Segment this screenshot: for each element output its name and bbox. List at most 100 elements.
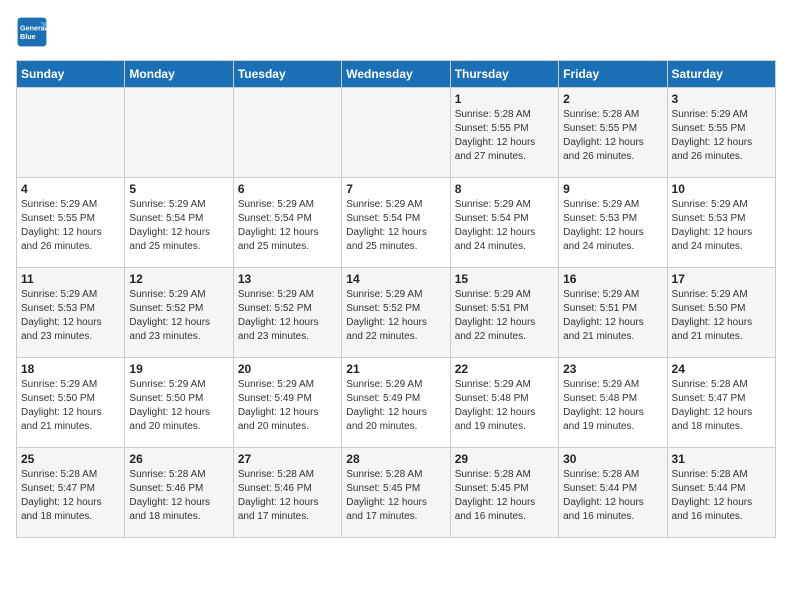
calendar-cell: 25 Sunrise: 5:28 AMSunset: 5:47 PMDayligh… <box>17 448 125 538</box>
header-row: SundayMondayTuesdayWednesdayThursdayFrid… <box>17 61 776 88</box>
week-row-5: 25 Sunrise: 5:28 AMSunset: 5:47 PMDayligh… <box>17 448 776 538</box>
day-info: Sunrise: 5:29 AMSunset: 5:49 PMDaylight:… <box>238 378 337 434</box>
day-info: Sunrise: 5:29 AMSunset: 5:54 PMDaylight:… <box>238 198 337 254</box>
calendar-cell: 17 Sunrise: 5:29 AMSunset: 5:50 PMDayligh… <box>667 268 775 358</box>
calendar-cell: 18 Sunrise: 5:29 AMSunset: 5:50 PMDayligh… <box>17 358 125 448</box>
calendar-cell: 7Sunrise: 5:29 AMSunset: 5:54 PMDaylight… <box>342 178 450 268</box>
day-number: 28 <box>346 452 445 466</box>
day-number: 6 <box>238 182 337 196</box>
calendar-table: SundayMondayTuesdayWednesdayThursdayFrid… <box>16 60 776 538</box>
day-info: Sunrise: 5:29 AMSunset: 5:48 PMDaylight:… <box>563 378 662 434</box>
day-number: 3 <box>672 92 771 106</box>
calendar-cell <box>125 88 233 178</box>
calendar-cell: 23 Sunrise: 5:29 AMSunset: 5:48 PMDayligh… <box>559 358 667 448</box>
day-number: 27 <box>238 452 337 466</box>
day-number: 15 <box>455 272 554 286</box>
day-number: 1 <box>455 92 554 106</box>
calendar-cell: 26Sunrise: 5:28 AMSunset: 5:46 PMDayligh… <box>125 448 233 538</box>
day-info: Sunrise: 5:28 AMSunset: 5:47 PMDaylight:… <box>21 468 120 524</box>
day-number: 9 <box>563 182 662 196</box>
calendar-cell: 2 Sunrise: 5:28 AMSunset: 5:55 PMDaylight… <box>559 88 667 178</box>
calendar-cell: 1 Sunrise: 5:28 AMSunset: 5:55 PMDaylight… <box>450 88 558 178</box>
page-header: General Blue <box>16 16 776 48</box>
calendar-cell: 4 Sunrise: 5:29 AMSunset: 5:55 PMDaylight… <box>17 178 125 268</box>
calendar-cell: 31Sunrise: 5:28 AMSunset: 5:44 PMDayligh… <box>667 448 775 538</box>
day-number: 5 <box>129 182 228 196</box>
day-info: Sunrise: 5:29 AMSunset: 5:50 PMDaylight:… <box>129 378 228 434</box>
calendar-cell: 16 Sunrise: 5:29 AMSunset: 5:51 PMDayligh… <box>559 268 667 358</box>
day-info: Sunrise: 5:29 AMSunset: 5:55 PMDaylight:… <box>21 198 120 254</box>
day-info: Sunrise: 5:28 AMSunset: 5:45 PMDaylight:… <box>346 468 445 524</box>
calendar-cell: 5 Sunrise: 5:29 AMSunset: 5:54 PMDaylight… <box>125 178 233 268</box>
logo: General Blue <box>16 16 52 48</box>
day-info: Sunrise: 5:28 AMSunset: 5:44 PMDaylight:… <box>563 468 662 524</box>
week-row-3: 11 Sunrise: 5:29 AMSunset: 5:53 PMDayligh… <box>17 268 776 358</box>
day-number: 24 <box>672 362 771 376</box>
calendar-cell: 20 Sunrise: 5:29 AMSunset: 5:49 PMDayligh… <box>233 358 341 448</box>
calendar-cell: 15 Sunrise: 5:29 AMSunset: 5:51 PMDayligh… <box>450 268 558 358</box>
calendar-cell: 27 Sunrise: 5:28 AMSunset: 5:46 PMDayligh… <box>233 448 341 538</box>
day-number: 17 <box>672 272 771 286</box>
day-info: Sunrise: 5:28 AMSunset: 5:47 PMDaylight:… <box>672 378 771 434</box>
day-number: 4 <box>21 182 120 196</box>
day-number: 16 <box>563 272 662 286</box>
day-info: Sunrise: 5:29 AMSunset: 5:54 PMDaylight:… <box>129 198 228 254</box>
calendar-cell: 21Sunrise: 5:29 AMSunset: 5:49 PMDayligh… <box>342 358 450 448</box>
day-number: 26 <box>129 452 228 466</box>
header-friday: Friday <box>559 61 667 88</box>
day-number: 8 <box>455 182 554 196</box>
day-info: Sunrise: 5:29 AMSunset: 5:50 PMDaylight:… <box>21 378 120 434</box>
day-info: Sunrise: 5:29 AMSunset: 5:53 PMDaylight:… <box>21 288 120 344</box>
calendar-cell: 12Sunrise: 5:29 AMSunset: 5:52 PMDayligh… <box>125 268 233 358</box>
calendar-cell: 28 Sunrise: 5:28 AMSunset: 5:45 PMDayligh… <box>342 448 450 538</box>
day-number: 23 <box>563 362 662 376</box>
calendar-cell: 29 Sunrise: 5:28 AMSunset: 5:45 PMDayligh… <box>450 448 558 538</box>
day-info: Sunrise: 5:29 AMSunset: 5:50 PMDaylight:… <box>672 288 771 344</box>
day-info: Sunrise: 5:29 AMSunset: 5:52 PMDaylight:… <box>129 288 228 344</box>
day-number: 2 <box>563 92 662 106</box>
calendar-cell: 22 Sunrise: 5:29 AMSunset: 5:48 PMDayligh… <box>450 358 558 448</box>
day-number: 25 <box>21 452 120 466</box>
day-number: 30 <box>563 452 662 466</box>
day-number: 7 <box>346 182 445 196</box>
header-saturday: Saturday <box>667 61 775 88</box>
calendar-cell: 24 Sunrise: 5:28 AMSunset: 5:47 PMDayligh… <box>667 358 775 448</box>
calendar-cell: 30 Sunrise: 5:28 AMSunset: 5:44 PMDayligh… <box>559 448 667 538</box>
day-info: Sunrise: 5:28 AMSunset: 5:45 PMDaylight:… <box>455 468 554 524</box>
calendar-cell: 13Sunrise: 5:29 AMSunset: 5:52 PMDayligh… <box>233 268 341 358</box>
day-info: Sunrise: 5:29 AMSunset: 5:51 PMDaylight:… <box>563 288 662 344</box>
day-info: Sunrise: 5:28 AMSunset: 5:44 PMDaylight:… <box>672 468 771 524</box>
day-info: Sunrise: 5:28 AMSunset: 5:55 PMDaylight:… <box>563 108 662 164</box>
calendar-cell: 9 Sunrise: 5:29 AMSunset: 5:53 PMDaylight… <box>559 178 667 268</box>
day-info: Sunrise: 5:29 AMSunset: 5:52 PMDaylight:… <box>346 288 445 344</box>
day-number: 11 <box>21 272 120 286</box>
calendar-cell: 8Sunrise: 5:29 AMSunset: 5:54 PMDaylight… <box>450 178 558 268</box>
day-number: 14 <box>346 272 445 286</box>
week-row-2: 4 Sunrise: 5:29 AMSunset: 5:55 PMDaylight… <box>17 178 776 268</box>
header-thursday: Thursday <box>450 61 558 88</box>
day-info: Sunrise: 5:29 AMSunset: 5:48 PMDaylight:… <box>455 378 554 434</box>
day-info: Sunrise: 5:29 AMSunset: 5:49 PMDaylight:… <box>346 378 445 434</box>
calendar-cell <box>342 88 450 178</box>
header-monday: Monday <box>125 61 233 88</box>
header-sunday: Sunday <box>17 61 125 88</box>
calendar-cell: 11 Sunrise: 5:29 AMSunset: 5:53 PMDayligh… <box>17 268 125 358</box>
day-info: Sunrise: 5:28 AMSunset: 5:55 PMDaylight:… <box>455 108 554 164</box>
day-number: 29 <box>455 452 554 466</box>
day-number: 20 <box>238 362 337 376</box>
calendar-cell: 6 Sunrise: 5:29 AMSunset: 5:54 PMDaylight… <box>233 178 341 268</box>
day-number: 13 <box>238 272 337 286</box>
header-tuesday: Tuesday <box>233 61 341 88</box>
day-info: Sunrise: 5:29 AMSunset: 5:53 PMDaylight:… <box>563 198 662 254</box>
day-info: Sunrise: 5:29 AMSunset: 5:51 PMDaylight:… <box>455 288 554 344</box>
day-number: 22 <box>455 362 554 376</box>
week-row-4: 18 Sunrise: 5:29 AMSunset: 5:50 PMDayligh… <box>17 358 776 448</box>
day-number: 18 <box>21 362 120 376</box>
day-info: Sunrise: 5:29 AMSunset: 5:55 PMDaylight:… <box>672 108 771 164</box>
day-info: Sunrise: 5:28 AMSunset: 5:46 PMDaylight:… <box>238 468 337 524</box>
calendar-cell: 3 Sunrise: 5:29 AMSunset: 5:55 PMDaylight… <box>667 88 775 178</box>
header-wednesday: Wednesday <box>342 61 450 88</box>
calendar-cell: 14 Sunrise: 5:29 AMSunset: 5:52 PMDayligh… <box>342 268 450 358</box>
day-info: Sunrise: 5:29 AMSunset: 5:53 PMDaylight:… <box>672 198 771 254</box>
calendar-cell <box>233 88 341 178</box>
